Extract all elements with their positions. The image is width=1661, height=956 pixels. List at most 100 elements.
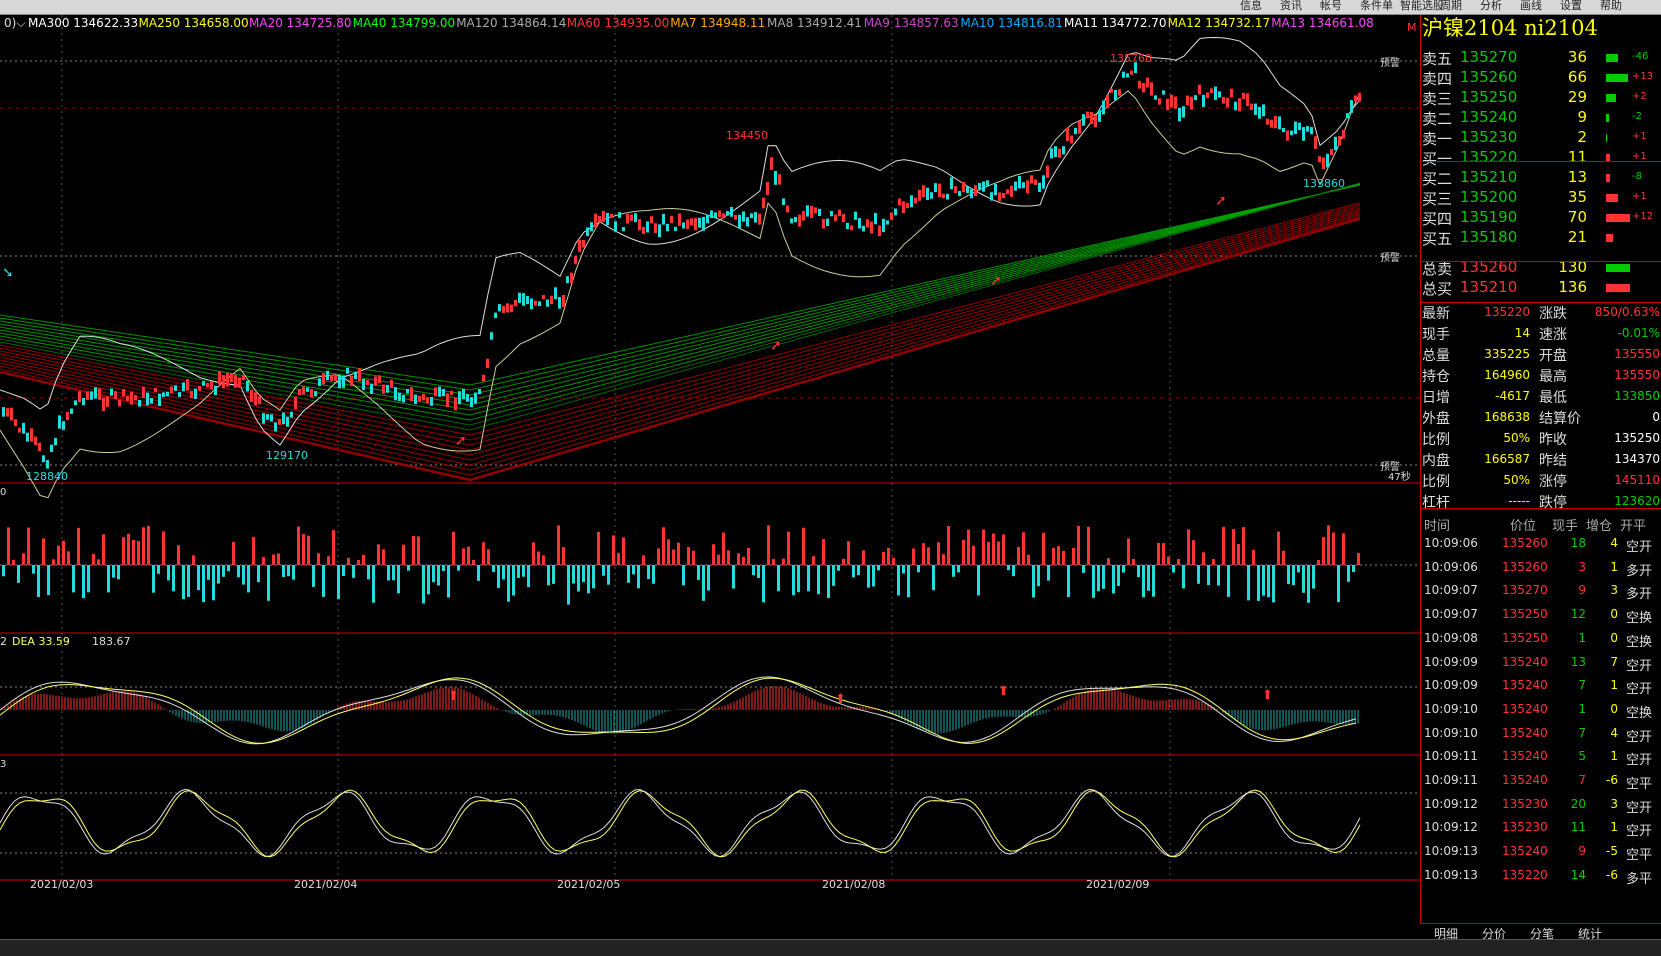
candle: [1050, 148, 1053, 159]
volume-bar: [1347, 565, 1350, 582]
volume-bar: [482, 542, 485, 565]
total-label: 总买: [1422, 280, 1453, 298]
tick-oi-change: 0: [1610, 701, 1618, 716]
candle: [630, 214, 633, 221]
candle: [250, 390, 253, 402]
toolbar-item[interactable]: 画线: [1520, 0, 1542, 14]
candle: [266, 414, 269, 420]
macd-legend-macd: 183.67: [92, 635, 131, 648]
candle: [1298, 122, 1301, 130]
candle: [1138, 80, 1141, 89]
ma-legend-item: MA7 134948.11: [670, 16, 765, 30]
candle: [598, 215, 601, 223]
orderbook-row: 买五 135180 21: [1422, 227, 1660, 248]
candle: [98, 388, 101, 400]
candle: [786, 205, 789, 213]
volume-bar: [262, 557, 265, 565]
toolbar-item[interactable]: 智能选股: [1400, 0, 1444, 14]
ma-legend-item: MA300 134622.33: [28, 16, 138, 30]
candle: [506, 303, 509, 313]
volume-bar: [1017, 546, 1020, 565]
volume-bar: [952, 565, 955, 577]
ma-legend-item: MA20 134725.80: [249, 16, 352, 30]
toolbar-item[interactable]: 资讯: [1280, 0, 1302, 14]
toolbar-item[interactable]: 帐号: [1320, 0, 1342, 14]
candle: [690, 218, 693, 226]
volume-bar: [1172, 565, 1175, 573]
candle: [1306, 126, 1309, 132]
stats-row: 现手 14 速涨 -0.01%: [1422, 322, 1660, 344]
toolbar-item[interactable]: 分析: [1480, 0, 1502, 14]
candle: [486, 358, 489, 369]
toolbar-item[interactable]: 周期: [1440, 0, 1462, 14]
volume-bar: [887, 547, 890, 565]
kline-chart-area[interactable]: 0)⌵ MA300 134622.33 MA250 134658.00 MA20 13…: [0, 15, 1420, 925]
volume-bar: [1202, 552, 1205, 565]
volume-bar: [617, 552, 620, 565]
tick-time: 10:09:09: [1424, 654, 1478, 669]
toolbar-item[interactable]: 设置: [1560, 0, 1582, 14]
volume-bar: [1197, 565, 1200, 584]
candle: [1338, 136, 1341, 146]
toolbar-item[interactable]: 条件单: [1360, 0, 1393, 14]
candle: [794, 216, 797, 223]
volume-bar: [1272, 565, 1275, 603]
volume-bar: [1212, 559, 1215, 565]
orderbook-price: 135250: [1460, 88, 1518, 106]
candle: [1062, 146, 1065, 155]
candle: [1074, 127, 1077, 135]
candle: [238, 377, 241, 388]
tick-price: 135230: [1502, 796, 1548, 811]
volume-bar: [112, 565, 115, 578]
candle: [934, 183, 937, 193]
candle: [806, 205, 809, 217]
volume-bar: [1027, 554, 1030, 565]
candle: [986, 180, 989, 187]
volume-bar: [872, 565, 875, 587]
candle: [1270, 119, 1273, 128]
macd-signal-arrow-icon: ⬆: [998, 684, 1009, 699]
volume-bar: [242, 565, 245, 585]
volume-bar: [487, 549, 490, 565]
volume-bar: [397, 565, 400, 594]
volume-bar: [77, 527, 80, 565]
volume-bar: [907, 565, 910, 598]
stats-row: 外盘 168638 结算价 0: [1422, 406, 1660, 428]
toolbar-item[interactable]: 信息: [1240, 0, 1262, 14]
tick-row: 10:09:08 135250 1 0 空换: [1422, 627, 1660, 651]
candle: [698, 217, 701, 228]
tick-row: 10:09:09 135240 7 1 空开: [1422, 674, 1660, 698]
tick-price: 135260: [1502, 536, 1548, 550]
volume-bar: [547, 565, 550, 586]
candle: [562, 295, 565, 307]
candle: [326, 370, 329, 381]
stats-label: 涨停: [1539, 474, 1567, 490]
tick-time: 10:09:12: [1424, 796, 1478, 811]
orderbook-bar: [1606, 114, 1609, 122]
candle: [430, 397, 433, 406]
candle: [866, 219, 869, 228]
macd-signal-arrow-icon: ⬆: [835, 692, 846, 707]
volume-bar: [1107, 558, 1110, 565]
volume-bar: [637, 565, 640, 589]
orderbook-row: 卖四 135260 66 +13: [1422, 67, 1660, 88]
ma-legend-item: MA11 134772.70: [1064, 16, 1167, 30]
volume-bar: [892, 557, 895, 565]
indicator-selector[interactable]: 0)⌵: [4, 16, 25, 30]
toolbar-item[interactable]: 帮助: [1600, 0, 1622, 14]
volume-bar: [512, 565, 515, 596]
volume-bar: [382, 549, 385, 565]
tick-time: 10:09:08: [1424, 630, 1478, 645]
candle: [1118, 89, 1121, 96]
top-toolbar: 信息 资讯 帐号 条件单 智能选股 周期 分析 画线 设置 帮助: [0, 0, 1661, 15]
candle: [1002, 193, 1005, 199]
candle: [798, 214, 801, 227]
candle: [546, 299, 549, 307]
candle: [742, 211, 745, 222]
tick-kind: 空开: [1626, 824, 1653, 840]
candle: [1230, 88, 1233, 98]
volume-bar: [1167, 556, 1170, 565]
orderbook-qty: 13: [1567, 168, 1587, 186]
stats-label: 昨收: [1539, 432, 1567, 448]
volume-bar: [1122, 565, 1125, 573]
